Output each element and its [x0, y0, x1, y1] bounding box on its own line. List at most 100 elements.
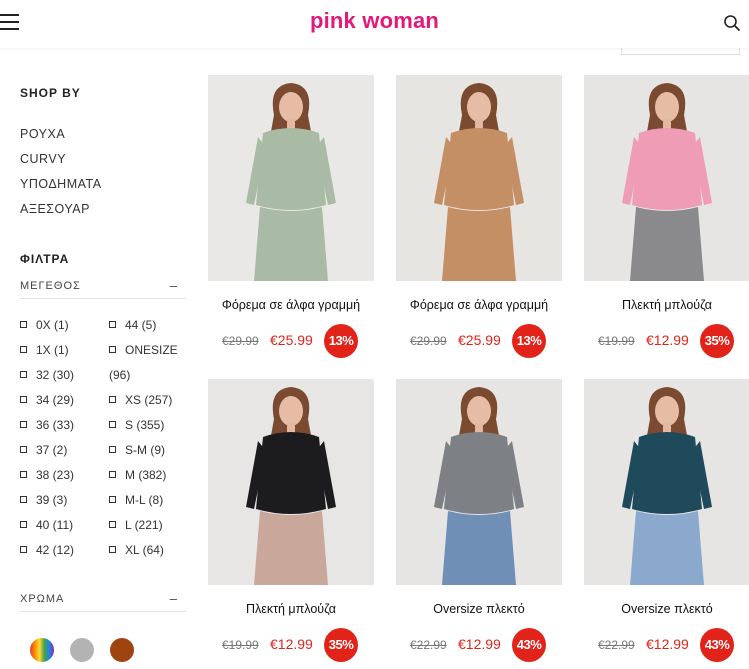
- collapse-icon[interactable]: –: [170, 591, 178, 606]
- price-row: €22.99 €12.99 43%: [584, 628, 749, 664]
- checkbox-icon[interactable]: [20, 496, 27, 503]
- old-price: €19.99: [598, 334, 635, 348]
- product-image[interactable]: [584, 75, 749, 281]
- size-option[interactable]: 38 (23): [20, 463, 109, 488]
- bottom-garment-shape: [442, 207, 516, 281]
- neck-shape: [475, 119, 483, 129]
- model-silhouette: [434, 387, 524, 585]
- checkbox-icon[interactable]: [20, 546, 27, 553]
- product-name[interactable]: Oversize πλεκτό: [584, 602, 749, 616]
- checkbox-icon[interactable]: [109, 546, 116, 553]
- color-swatch-grey[interactable]: [70, 638, 94, 662]
- size-option[interactable]: L (221): [109, 513, 186, 538]
- size-option[interactable]: S-M (9): [109, 438, 186, 463]
- size-option[interactable]: XS (257): [109, 388, 186, 413]
- discount-badge: 43%: [700, 628, 734, 662]
- sale-price: €25.99: [458, 332, 501, 348]
- checkbox-icon[interactable]: [109, 321, 116, 328]
- product-name[interactable]: Φόρεμα σε άλφα γραμμή: [208, 298, 374, 312]
- size-option[interactable]: 44 (5): [109, 313, 186, 338]
- top-garment-shape: [444, 432, 514, 514]
- category-list: ΡΟΥΧΑ CURVY ΥΠΟΔΗΜΑΤΑ ΑΞΕΣΟΥΑΡ: [20, 122, 186, 222]
- category-clothes[interactable]: ΡΟΥΧΑ: [20, 122, 186, 147]
- face-shape: [279, 92, 303, 122]
- checkbox-icon[interactable]: [20, 471, 27, 478]
- product-card[interactable]: Πλεκτή μπλούζα €19.99 €12.99 35%: [584, 75, 749, 365]
- old-price: €29.99: [222, 334, 259, 348]
- checkbox-icon[interactable]: [20, 396, 27, 403]
- checkbox-icon[interactable]: [20, 346, 27, 353]
- product-image[interactable]: [584, 379, 749, 585]
- category-accessories[interactable]: ΑΞΕΣΟΥΑΡ: [20, 197, 186, 222]
- search-icon[interactable]: [723, 14, 741, 32]
- checkbox-icon[interactable]: [109, 471, 116, 478]
- price-row: €29.99 €25.99 13%: [208, 324, 374, 360]
- size-option[interactable]: 42 (12): [20, 538, 109, 563]
- size-filter-header[interactable]: ΜΕΓΕΘΟΣ –: [20, 278, 186, 299]
- size-option[interactable]: 32 (30): [20, 363, 109, 388]
- size-option[interactable]: 1X (1): [20, 338, 109, 363]
- checkbox-icon[interactable]: [20, 371, 27, 378]
- sale-price: €12.99: [646, 636, 689, 652]
- size-option[interactable]: 40 (11): [20, 513, 109, 538]
- checkbox-icon[interactable]: [20, 446, 27, 453]
- product-card[interactable]: Πλεκτή μπλούζα €19.99 €12.99 35%: [208, 379, 374, 669]
- checkbox-icon[interactable]: [109, 446, 116, 453]
- size-filter-title: ΜΕΓΕΘΟΣ: [20, 280, 81, 292]
- product-image[interactable]: [208, 75, 374, 281]
- site-logo[interactable]: pink woman: [0, 8, 749, 34]
- product-image[interactable]: [208, 379, 374, 585]
- product-name[interactable]: Πλεκτή μπλούζα: [584, 298, 749, 312]
- old-price: €29.99: [410, 334, 447, 348]
- size-option[interactable]: 0X (1): [20, 313, 109, 338]
- size-option[interactable]: M (382): [109, 463, 186, 488]
- color-swatch-brown[interactable]: [110, 638, 134, 662]
- sale-price: €12.99: [646, 332, 689, 348]
- product-image[interactable]: [396, 75, 562, 281]
- checkbox-icon[interactable]: [20, 521, 27, 528]
- price-row: €19.99 €12.99 35%: [584, 324, 749, 360]
- face-shape: [467, 92, 491, 122]
- old-price: €19.99: [222, 638, 259, 652]
- size-option[interactable]: 36 (33): [20, 413, 109, 438]
- checkbox-icon[interactable]: [109, 421, 116, 428]
- bottom-garment-shape: [254, 207, 328, 281]
- checkbox-icon[interactable]: [109, 346, 116, 353]
- color-swatch-multicolor[interactable]: [30, 638, 54, 662]
- size-option[interactable]: ONESIZE: [109, 338, 186, 363]
- face-shape: [467, 396, 491, 426]
- size-option-count: (96): [109, 368, 131, 382]
- category-shoes[interactable]: ΥΠΟΔΗΜΑΤΑ: [20, 172, 186, 197]
- size-option[interactable]: 37 (2): [20, 438, 109, 463]
- color-filter-header[interactable]: ΧΡΩΜΑ –: [20, 591, 186, 612]
- size-option[interactable]: M-L (8): [109, 488, 186, 513]
- checkbox-icon[interactable]: [20, 421, 27, 428]
- model-silhouette: [622, 83, 712, 281]
- size-option[interactable]: 34 (29): [20, 388, 109, 413]
- product-name[interactable]: Πλεκτή μπλούζα: [208, 602, 374, 616]
- category-curvy[interactable]: CURVY: [20, 147, 186, 172]
- product-card[interactable]: Φόρεμα σε άλφα γραμμή €29.99 €25.99 13%: [396, 75, 562, 365]
- checkbox-icon[interactable]: [109, 521, 116, 528]
- size-option[interactable]: S (355): [109, 413, 186, 438]
- bottom-garment-shape: [630, 207, 704, 281]
- product-name[interactable]: Oversize πλεκτό: [396, 602, 562, 616]
- neck-shape: [287, 119, 295, 129]
- product-card[interactable]: Φόρεμα σε άλφα γραμμή €29.99 €25.99 13%: [208, 75, 374, 365]
- size-option[interactable]: XL (64): [109, 538, 186, 563]
- discount-badge: 35%: [700, 324, 734, 358]
- old-price: €22.99: [410, 638, 447, 652]
- face-shape: [655, 396, 679, 426]
- model-silhouette: [434, 83, 524, 281]
- top-garment-shape: [632, 432, 702, 514]
- collapse-icon[interactable]: –: [170, 278, 178, 293]
- product-card[interactable]: Oversize πλεκτό €22.99 €12.99 43%: [584, 379, 749, 669]
- product-card[interactable]: Oversize πλεκτό €22.99 €12.99 43%: [396, 379, 562, 669]
- checkbox-icon[interactable]: [109, 396, 116, 403]
- checkbox-icon[interactable]: [109, 496, 116, 503]
- checkbox-icon[interactable]: [20, 321, 27, 328]
- sale-price: €25.99: [270, 332, 313, 348]
- product-image[interactable]: [396, 379, 562, 585]
- product-name[interactable]: Φόρεμα σε άλφα γραμμή: [396, 298, 562, 312]
- size-option[interactable]: 39 (3): [20, 488, 109, 513]
